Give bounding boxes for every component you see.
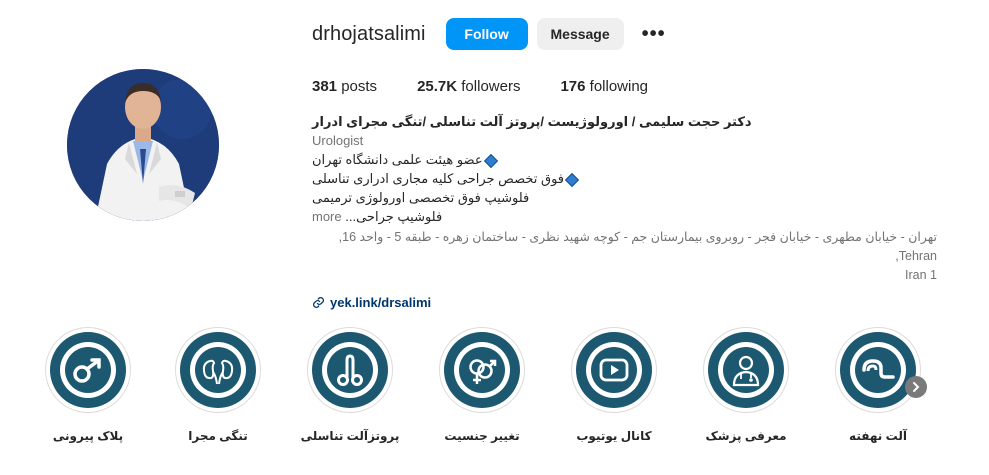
highlight-ring [439,327,525,413]
following-label: following [589,77,649,95]
highlight-penile-prosthesis[interactable]: پروتزآلت تناسلی [300,327,400,443]
highlights-next-button[interactable] [905,376,927,398]
story-highlights: پلاک پیرونی تنگی مجرا پروتزآلت تناسلی تغ… [0,327,989,452]
highlight-label: آلت نهفته [849,429,907,443]
profile-stats: 381 posts 25.7K followers 176 following [312,76,972,96]
highlight-label: تنگی مجرا [188,429,248,443]
kidneys-icon [195,347,241,393]
highlight-label: پلاک پیرونی [52,429,124,443]
highlight-doctor-intro[interactable]: معرفی پزشک [696,327,796,443]
followers-label: followers [461,77,521,95]
highlight-ring [835,327,921,413]
gender-symbols-icon [459,347,505,393]
link-icon [313,297,324,308]
following-count: 176 [560,77,586,95]
highlight-ring [45,327,131,413]
bio-line-2: فوق تخصص جراحی کلیه مجاری ادراری تناسلی [312,169,972,188]
highlight-circle [576,332,652,408]
posts-label: posts [341,77,378,95]
highlight-circle [180,332,256,408]
highlight-inner [190,342,246,398]
username: drhojatsalimi [312,22,426,45]
blue-diamond-icon [564,172,580,187]
message-button[interactable]: Message [536,18,624,50]
profile-avatar-wrapper[interactable] [67,69,219,221]
highlight-gender-change[interactable]: تغییر جنسیت [432,327,532,443]
bio-more-link[interactable]: more [312,209,342,224]
bio-line-1-text: عضو هیئت علمی دانشگاه تهران [312,152,483,167]
highlight-circle [708,332,784,408]
highlight-ring [175,327,261,413]
doctor-icon [723,347,769,393]
address-line-2: Iran 1 [905,268,937,282]
highlight-inner [718,342,774,398]
bio-address: تهران - خیابان مطهری - خیابان فجر - روبر… [312,228,937,285]
bio-line-4: فلوشیپ جراحی... more [312,207,972,226]
followers-count: 25.7K [417,77,458,95]
bio: دکتر حجت سلیمی / اورولوژیست /پروتز آلت ت… [312,112,972,312]
avatar[interactable] [67,69,219,221]
highlight-inner [850,342,906,398]
highlight-youtube-channel[interactable]: کانال یوتیوب [564,327,664,443]
following-stat[interactable]: 176 following [560,78,648,95]
highlight-inner [454,342,510,398]
bio-full-name: دکتر حجت سلیمی / اورولوژیست /پروتز آلت ت… [312,114,752,129]
bio-category: Urologist [312,133,364,148]
bio-link[interactable]: yek.link/drsalimi [312,293,972,312]
highlight-circle [312,332,388,408]
bio-link-text: yek.link/drsalimi [330,295,432,310]
prosthesis-icon [327,347,373,393]
highlight-circle [444,332,520,408]
hidden-penis-icon [855,347,901,393]
address-line-1: تهران - خیابان مطهری - خیابان فجر - روبر… [338,230,937,263]
highlight-inner [60,342,116,398]
bio-line-3: فلوشیپ فوق تخصصی اورولوژی ترمیمی [312,190,530,205]
highlight-peyronie[interactable]: پلاک پیرونی [38,327,138,443]
highlight-urethral-stricture[interactable]: تنگی مجرا [168,327,268,443]
highlight-circle [840,332,916,408]
more-options-icon[interactable]: ••• [636,24,672,44]
highlight-ring [307,327,393,413]
highlight-ring [571,327,657,413]
highlight-inner [322,342,378,398]
youtube-play-icon [591,347,637,393]
bio-line-2-text: فوق تخصص جراحی کلیه مجاری ادراری تناسلی [312,171,565,186]
highlight-label: تغییر جنسیت [444,429,520,443]
chevron-right-icon [913,382,920,392]
highlight-label: کانال یوتیوب [576,429,652,443]
profile-header: drhojatsalimi Follow Message ••• 381 pos… [312,16,972,312]
highlight-label: معرفی پزشک [705,429,787,443]
bio-line-1: عضو هیئت علمی دانشگاه تهران [312,150,972,169]
posts-count: 381 [312,77,338,95]
profile-top-row: drhojatsalimi Follow Message ••• [312,16,972,52]
posts-stat: 381 posts [312,78,377,95]
blue-diamond-icon [483,153,498,168]
peyronie-icon [65,347,111,393]
followers-stat[interactable]: 25.7K followers [417,78,520,95]
bio-line-4-text: فلوشیپ جراحی... [345,209,443,224]
highlight-ring [703,327,789,413]
avatar-photo [67,69,219,221]
highlight-inner [586,342,642,398]
highlight-label: پروتزآلت تناسلی [300,429,400,443]
follow-button[interactable]: Follow [445,18,528,50]
highlight-circle [50,332,126,408]
